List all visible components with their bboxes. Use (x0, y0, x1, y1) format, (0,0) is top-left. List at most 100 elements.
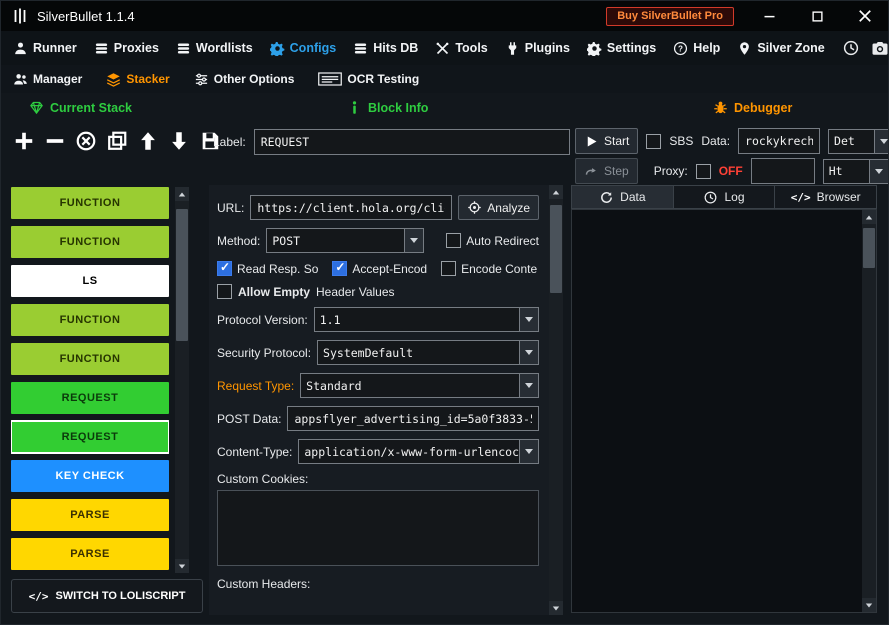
block-label-caption: Label: (213, 135, 246, 149)
allow-empty-checkbox[interactable] (217, 284, 232, 299)
menu-wordlists[interactable]: Wordlists (176, 41, 253, 56)
scroll-down-arrow[interactable] (862, 598, 876, 612)
buy-pro-button[interactable]: Buy SilverBullet Pro (606, 7, 734, 26)
menu-configs[interactable]: Configs (270, 41, 337, 56)
data-type-select[interactable]: Det (828, 129, 889, 154)
stack-block[interactable]: FUNCTION (11, 226, 169, 258)
clone-block-button[interactable] (104, 127, 130, 155)
protocol-version-label: Protocol Version: (217, 313, 308, 327)
scroll-thumb[interactable] (176, 209, 188, 341)
scroll-track[interactable] (549, 199, 563, 601)
protocol-version-select[interactable]: 1.1 (314, 307, 539, 332)
allow-empty-label-bold: Allow Empty (238, 285, 310, 299)
block-info-scrollbar[interactable] (549, 185, 563, 615)
data-type-dropdown-button[interactable] (874, 130, 889, 153)
manager-people-icon (13, 72, 28, 87)
scroll-up-arrow[interactable] (549, 185, 563, 199)
method-select[interactable]: POST (266, 228, 424, 253)
scroll-track[interactable] (175, 201, 189, 559)
stack-block[interactable]: REQUEST (11, 382, 169, 414)
request-type-dropdown-button[interactable] (519, 374, 538, 397)
submenu-stacker[interactable]: Stacker (106, 72, 169, 87)
proxy-type-dropdown-button[interactable] (869, 160, 888, 183)
tab-data[interactable]: Data (571, 185, 674, 209)
minimize-button[interactable] (756, 5, 782, 27)
request-type-row: Request Type: Standard (217, 373, 539, 398)
start-button[interactable]: Start (575, 128, 638, 154)
stack-block[interactable]: FUNCTION (11, 304, 169, 336)
proxy-label: Proxy: (654, 164, 688, 178)
debugger-output-area[interactable] (571, 209, 877, 613)
scroll-thumb[interactable] (550, 205, 562, 293)
content-type-select[interactable]: application/x-www-form-urlencoc (298, 439, 539, 464)
tab-log[interactable]: Log (674, 185, 776, 209)
stack-block[interactable]: PARSE (11, 538, 169, 570)
content-type-dropdown-button[interactable] (519, 440, 538, 463)
svg-text:?: ? (678, 44, 683, 53)
url-input[interactable] (250, 195, 452, 220)
protocol-version-dropdown-button[interactable] (519, 308, 538, 331)
remove-block-button[interactable] (42, 127, 68, 155)
menu-plugins[interactable]: Plugins (505, 41, 570, 56)
stack-block[interactable]: PARSE (11, 499, 169, 531)
menu-hits-db[interactable]: Hits DB (353, 41, 418, 56)
history-icon[interactable] (842, 39, 860, 57)
security-protocol-dropdown-button[interactable] (519, 341, 538, 364)
request-type-select[interactable]: Standard (300, 373, 539, 398)
menu-proxies[interactable]: Proxies (94, 41, 159, 56)
menu-silver-zone[interactable]: Silver Zone (737, 41, 824, 56)
menu-help[interactable]: ? Help (673, 41, 720, 56)
proxy-type-select[interactable]: Ht (823, 159, 889, 184)
custom-cookies-textarea[interactable] (217, 490, 539, 566)
camera-icon[interactable] (871, 39, 889, 57)
move-block-up-button[interactable] (135, 127, 161, 155)
allow-empty-label-rest: Header Values (316, 285, 395, 299)
scroll-down-arrow[interactable] (175, 559, 189, 573)
menu-proxies-label: Proxies (114, 41, 159, 55)
submenu-manager[interactable]: Manager (13, 72, 82, 87)
stack-block[interactable]: REQUEST (11, 421, 169, 453)
tab-browser[interactable]: </> Browser (775, 185, 877, 209)
step-button[interactable]: Step (575, 158, 638, 184)
runner-icon (13, 41, 28, 56)
proxy-input[interactable] (751, 158, 815, 184)
method-dropdown-button[interactable] (404, 229, 423, 252)
stack-block[interactable]: FUNCTION (11, 343, 169, 375)
scroll-up-arrow[interactable] (175, 187, 189, 201)
read-resp-checkbox[interactable] (217, 261, 232, 276)
submenu-ocr-testing[interactable]: OCR Testing (318, 72, 419, 86)
sbs-checkbox[interactable] (646, 134, 661, 149)
post-data-input[interactable] (287, 406, 539, 431)
debugger-scrollbar[interactable] (862, 210, 876, 612)
scroll-thumb[interactable] (863, 228, 875, 268)
stack-block[interactable]: FUNCTION (11, 187, 169, 219)
analyze-button[interactable]: Analyze (458, 195, 539, 220)
scroll-down-arrow[interactable] (549, 601, 563, 615)
move-block-down-button[interactable] (166, 127, 192, 155)
scroll-track[interactable] (862, 224, 876, 598)
stack-scrollbar[interactable] (175, 187, 189, 573)
auto-redirect-checkbox[interactable] (446, 233, 461, 248)
stack-block[interactable]: LS (11, 265, 169, 297)
menu-runner[interactable]: Runner (13, 41, 77, 56)
close-button[interactable] (852, 5, 878, 27)
menu-tools[interactable]: Tools (435, 41, 487, 56)
submenu-other-options[interactable]: Other Options (194, 72, 295, 87)
disable-block-button[interactable] (73, 127, 99, 155)
stack-block[interactable]: KEY CHECK (11, 460, 169, 492)
switch-to-loliscript-button[interactable]: </> SWITCH TO LOLISCRIPT (11, 579, 203, 613)
submenu-other-options-label: Other Options (214, 72, 295, 86)
proxy-checkbox[interactable] (696, 164, 711, 179)
accept-encoding-checkbox[interactable] (332, 261, 347, 276)
menu-settings[interactable]: Settings (587, 41, 656, 56)
help-icon: ? (673, 41, 688, 56)
add-block-button[interactable] (11, 127, 37, 155)
maximize-button[interactable] (804, 5, 830, 27)
stacker-layers-icon (106, 72, 121, 87)
debug-data-input[interactable] (738, 128, 820, 154)
encode-content-checkbox[interactable] (441, 261, 456, 276)
minus-icon (44, 130, 66, 152)
scroll-up-arrow[interactable] (862, 210, 876, 224)
security-protocol-select[interactable]: SystemDefault (317, 340, 539, 365)
block-label-input[interactable] (254, 129, 570, 155)
